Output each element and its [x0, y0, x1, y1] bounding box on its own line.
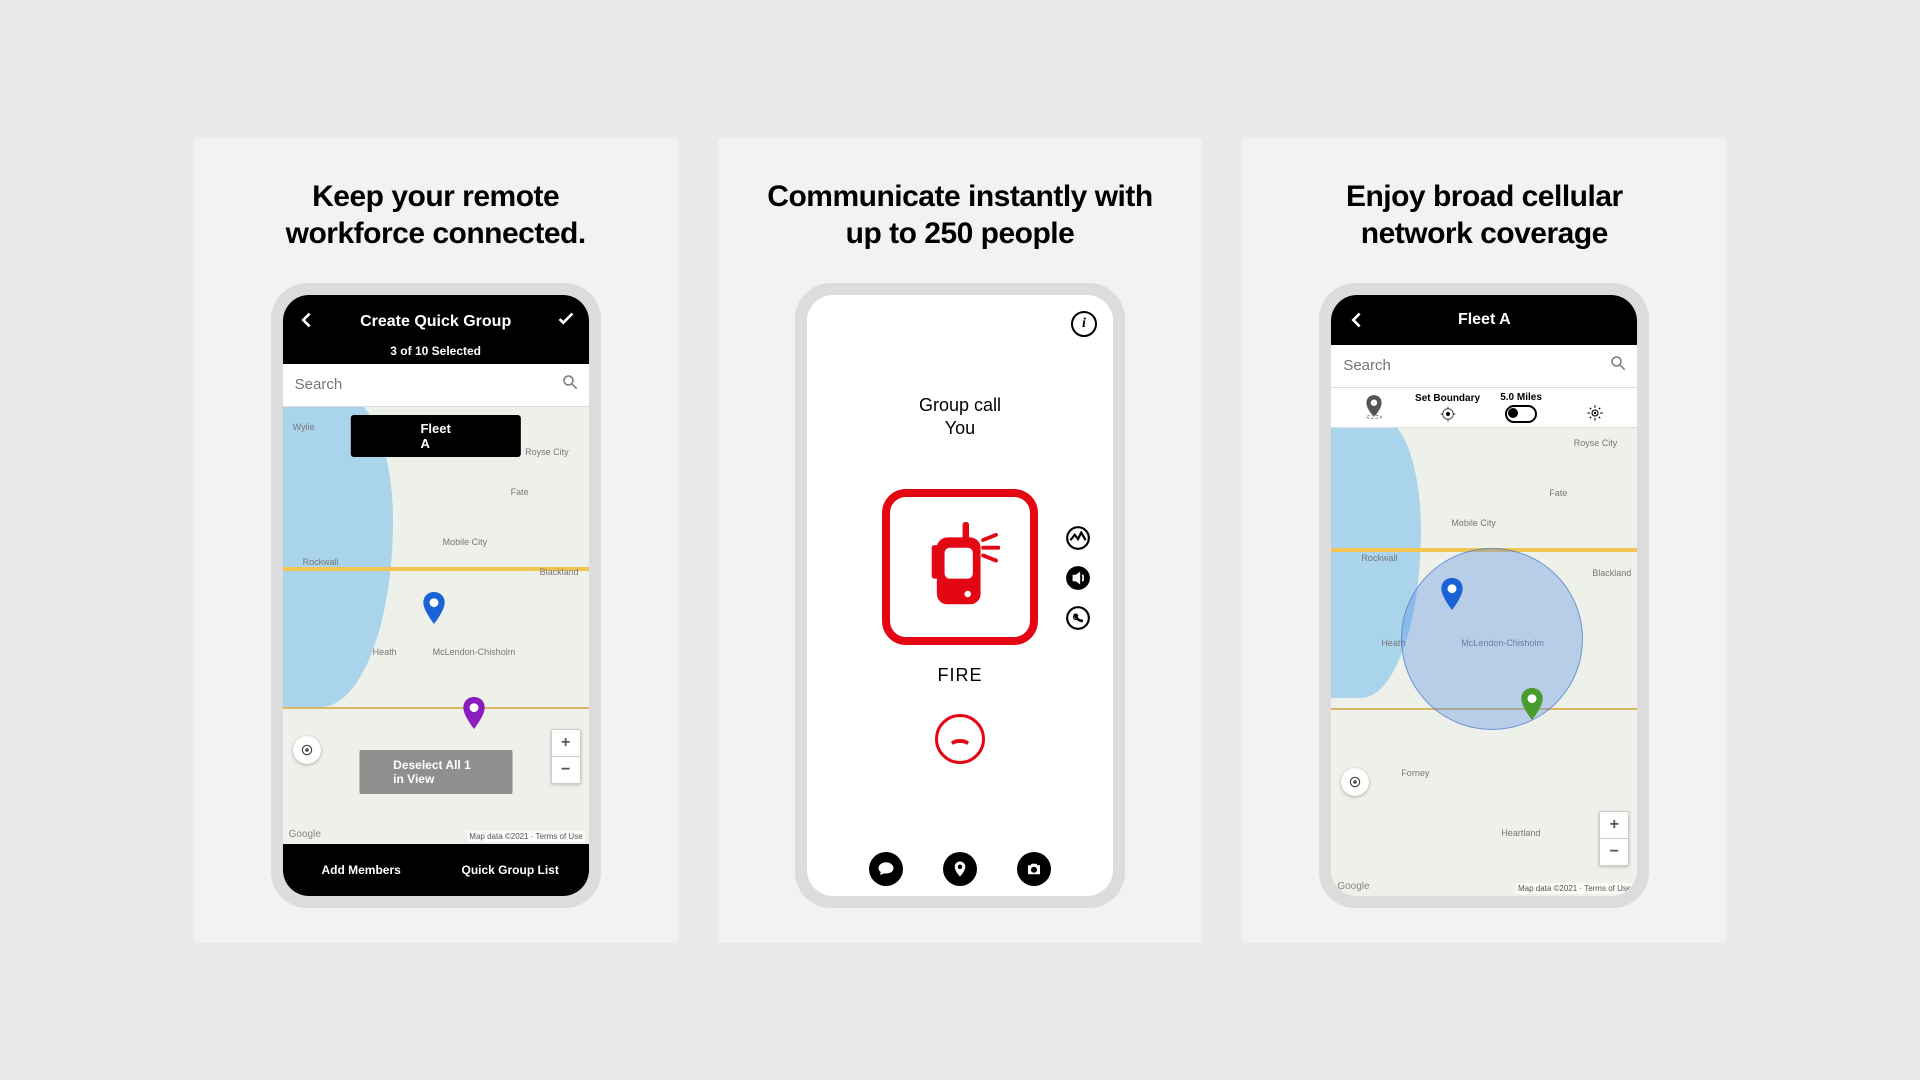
map-place: Blackland [540, 567, 579, 577]
search-input[interactable] [1341, 356, 1609, 375]
map-place: Fate [1549, 488, 1567, 498]
map-place: Rockwall [1361, 553, 1397, 563]
map-place: Heath [373, 647, 397, 657]
map-place: Heartland [1501, 828, 1540, 838]
map-pin-blue[interactable] [423, 592, 445, 629]
svg-text:C: C [1073, 612, 1080, 622]
header: Fleet A [1331, 295, 1637, 345]
call-side-actions: C [1065, 525, 1091, 631]
panel-3: Enjoy broad cellular network coverage Fl… [1242, 138, 1726, 943]
fleet-chip[interactable]: Fleet A [350, 415, 520, 457]
phone-screen-3: Fleet A Set Boundary 5.0 Miles [1331, 295, 1637, 896]
caller-label: You [945, 418, 975, 439]
panel-1: Keep your remote workforce connected. Cr… [194, 138, 678, 943]
map-place: Fate [511, 487, 529, 497]
phone-frame-1: Create Quick Group 3 of 10 Selected [271, 283, 601, 908]
headline-2: Communicate instantly with up to 250 peo… [767, 178, 1152, 253]
tab-bar [869, 836, 1051, 896]
google-attribution: Google [289, 829, 321, 840]
back-icon[interactable] [1345, 309, 1367, 336]
map-place: Blackland [1592, 568, 1631, 578]
toggle-icon[interactable] [1505, 405, 1537, 423]
talkgroup-label: FIRE [937, 665, 982, 686]
search-bar[interactable] [283, 364, 589, 407]
distance-label: 5.0 Miles [1500, 392, 1542, 403]
google-attribution: Google [1337, 881, 1369, 892]
map-pin-blue[interactable] [1441, 578, 1463, 615]
search-input[interactable] [293, 375, 561, 394]
deselect-button[interactable]: Deselect All 1 in View [359, 750, 512, 794]
location-tab[interactable] [943, 852, 977, 886]
page-title: Fleet A [1458, 311, 1511, 329]
hangup-button[interactable] [935, 714, 985, 764]
gear-icon [1586, 404, 1604, 422]
map-attribution: Map data ©2021 · Terms of Use [467, 831, 584, 842]
push-to-talk-button[interactable] [882, 489, 1038, 645]
zoom-control[interactable]: +− [551, 729, 581, 784]
quick-group-list-button[interactable]: Quick Group List [440, 852, 581, 888]
camera-tab[interactable] [1017, 852, 1051, 886]
phone-frame-2: i Group call You C [795, 283, 1125, 908]
zoom-in-button[interactable]: + [1600, 812, 1628, 839]
locate-me-button[interactable] [1341, 768, 1369, 796]
header: Create Quick Group 3 of 10 Selected [283, 295, 589, 364]
call-type-label: Group call [919, 395, 1001, 416]
back-icon[interactable] [295, 309, 317, 336]
map-place: Rockwall [303, 557, 339, 567]
radio-icon [920, 522, 1000, 612]
phone-frame-3: Fleet A Set Boundary 5.0 Miles [1319, 283, 1649, 908]
phone-screen-1: Create Quick Group 3 of 10 Selected [283, 295, 589, 896]
locate-me-button[interactable] [293, 736, 321, 764]
search-icon[interactable] [561, 373, 579, 396]
map-place: Mobile City [443, 537, 488, 547]
boundary-pin-button[interactable] [1337, 393, 1411, 422]
info-icon[interactable]: i [1071, 311, 1097, 337]
map[interactable]: Wylie Lavon Royse City Fate Mobile City … [283, 407, 589, 844]
headline-3: Enjoy broad cellular network coverage [1346, 178, 1623, 253]
add-members-button[interactable]: Add Members [291, 852, 432, 888]
boundary-toggle[interactable]: 5.0 Miles [1484, 392, 1558, 423]
app-showcase: Keep your remote workforce connected. Cr… [194, 138, 1727, 943]
speaker-icon[interactable] [1065, 565, 1091, 591]
zoom-out-button[interactable]: − [1600, 839, 1628, 865]
chat-tab[interactable] [869, 852, 903, 886]
activity-icon[interactable] [1065, 525, 1091, 551]
zoom-control[interactable]: +− [1599, 811, 1629, 866]
map-pin-green[interactable] [1521, 688, 1543, 725]
footer-actions: Add Members Quick Group List [283, 844, 589, 896]
map[interactable]: Royse City Fate Mobile City Rockwall Bla… [1331, 428, 1637, 896]
geofence-circle[interactable] [1401, 548, 1583, 730]
zoom-out-button[interactable]: − [552, 757, 580, 783]
phone-screen-2: i Group call You C [807, 295, 1113, 896]
boundary-settings-button[interactable] [1558, 393, 1632, 422]
search-bar[interactable] [1331, 345, 1637, 388]
page-title: Create Quick Group [360, 313, 511, 331]
search-icon[interactable] [1609, 354, 1627, 377]
zoom-in-button[interactable]: + [552, 730, 580, 757]
map-pin-purple[interactable] [463, 697, 485, 734]
add-call-icon[interactable]: C [1065, 605, 1091, 631]
map-place: Forney [1401, 768, 1429, 778]
boundary-toolbar: Set Boundary 5.0 Miles [1331, 388, 1637, 428]
headline-1: Keep your remote workforce connected. [286, 178, 586, 253]
map-place: Royse City [1574, 438, 1618, 448]
map-attribution: Map data ©2021 · Terms of Use [1516, 883, 1633, 894]
confirm-icon[interactable] [555, 309, 577, 336]
panel-2: Communicate instantly with up to 250 peo… [718, 138, 1202, 943]
map-place: Royse City [525, 447, 569, 457]
boundary-label: Set Boundary [1415, 393, 1480, 404]
boundary-center-button[interactable]: Set Boundary [1411, 393, 1485, 422]
map-place: Wylie [293, 422, 315, 432]
selection-count: 3 of 10 Selected [295, 344, 577, 358]
map-place: Mobile City [1451, 518, 1496, 528]
map-place: McLendon-Chisholm [433, 647, 516, 657]
